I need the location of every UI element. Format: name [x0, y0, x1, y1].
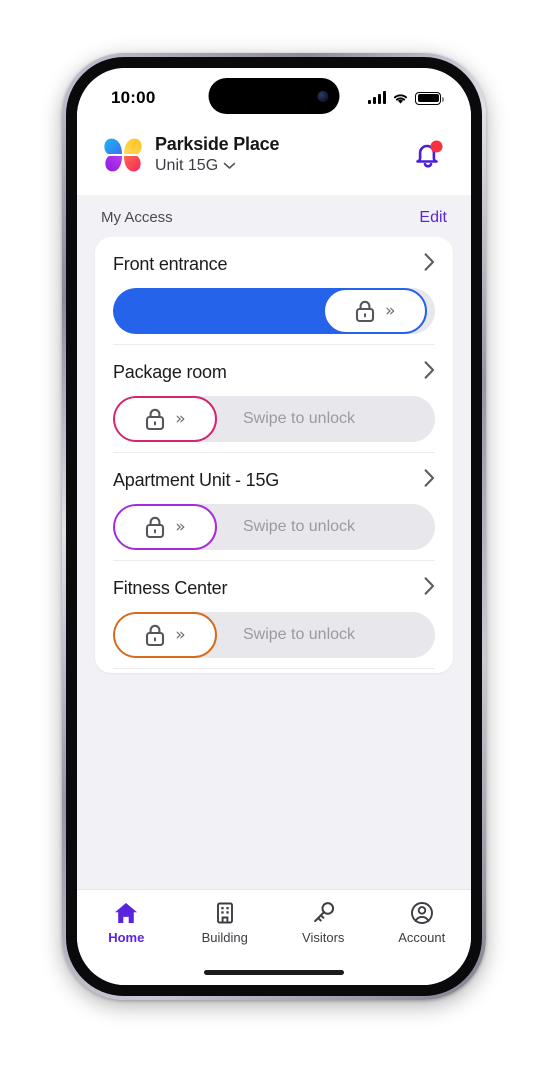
tab-visitors[interactable]: Visitors	[274, 900, 373, 945]
access-item: Package room Swipe to unlock»	[95, 345, 453, 443]
double-chevron-icon: »	[385, 300, 396, 321]
status-time: 10:00	[111, 88, 156, 107]
tab-home[interactable]: Home	[77, 900, 176, 945]
status-indicators	[368, 91, 444, 105]
phone-screen: 10:00 Parkside Place Unit 15G My Access …	[77, 68, 471, 985]
chevron-down-icon	[223, 162, 236, 169]
list-divider	[113, 668, 435, 670]
swipe-thumb-handle[interactable]: »	[113, 612, 217, 659]
access-item: Fitness Center Swipe to unlock»	[95, 561, 453, 659]
access-item: Front entrance »	[95, 237, 453, 335]
tab-label: Building	[201, 930, 248, 945]
notification-badge-dot	[430, 140, 443, 153]
home-icon	[115, 903, 138, 923]
tab-building[interactable]: Building	[176, 900, 275, 945]
access-item-name: Fitness Center	[113, 578, 228, 599]
access-item-chevron[interactable]	[424, 577, 435, 600]
access-item-chevron[interactable]	[424, 469, 435, 492]
access-item-header[interactable]: Package room	[113, 345, 435, 396]
phone-frame: 10:00 Parkside Place Unit 15G My Access …	[62, 53, 486, 1000]
swipe-thumb-handle[interactable]: »	[322, 288, 427, 335]
access-item-name: Apartment Unit - 15G	[113, 470, 280, 491]
home-indicator	[204, 970, 344, 975]
wifi-icon	[393, 93, 408, 104]
swipe-to-unlock-slider[interactable]: »	[113, 288, 435, 335]
phone-bezel: 10:00 Parkside Place Unit 15G My Access …	[66, 57, 482, 996]
access-item-header[interactable]: Apartment Unit - 15G	[113, 453, 435, 504]
access-item-name: Front entrance	[113, 254, 228, 275]
access-item: Apartment Unit - 15G Swipe to unlock»	[95, 453, 453, 551]
double-chevron-icon: »	[175, 624, 186, 645]
chevron-right-icon	[424, 577, 435, 595]
brand-text-block: Parkside Place Unit 15G	[155, 134, 279, 175]
section-title: My Access	[101, 209, 173, 227]
cellular-bars-icon	[368, 91, 386, 104]
lock-icon	[146, 408, 165, 431]
building-icon	[216, 902, 233, 924]
battery-full-icon	[415, 91, 444, 105]
app-header: Parkside Place Unit 15G	[77, 122, 471, 196]
double-chevron-icon: »	[175, 516, 186, 537]
double-chevron-icon: »	[175, 408, 186, 429]
notifications-button[interactable]	[411, 138, 445, 172]
access-item-header[interactable]: Fitness Center	[113, 561, 435, 612]
section-header: My Access Edit	[77, 195, 471, 238]
unit-selector[interactable]: Unit 15G	[155, 157, 279, 175]
key-icon	[313, 902, 334, 922]
tab-label: Account	[398, 930, 446, 945]
lock-icon	[146, 624, 165, 647]
status-bar: 10:00	[77, 68, 471, 122]
swipe-thumb-handle[interactable]: »	[113, 396, 217, 443]
swipe-to-unlock-slider[interactable]: Swipe to unlock»	[113, 396, 435, 443]
page-title: Parkside Place	[155, 134, 280, 154]
front-camera-icon	[317, 90, 329, 102]
swipe-thumb-handle[interactable]: »	[113, 504, 217, 551]
unit-label: Unit 15G	[155, 156, 219, 174]
access-item-name: Package room	[113, 362, 227, 383]
lock-icon	[146, 516, 165, 539]
chevron-right-icon	[424, 361, 435, 379]
edit-button[interactable]: Edit	[419, 209, 447, 227]
swipe-to-unlock-slider[interactable]: Swipe to unlock»	[113, 504, 435, 551]
account-icon	[410, 902, 433, 924]
dynamic-island	[208, 78, 340, 114]
access-item-chevron[interactable]	[424, 253, 435, 276]
access-list-scroll[interactable]: Front entrance » Package room Swipe to unlo…	[77, 237, 471, 874]
access-item-chevron[interactable]	[424, 361, 435, 384]
chevron-right-icon	[424, 469, 435, 487]
tab-account[interactable]: Account	[373, 900, 472, 945]
tab-label: Home	[108, 930, 145, 945]
swipe-to-unlock-slider[interactable]: Swipe to unlock»	[113, 612, 435, 659]
access-card: Front entrance » Package room Swipe to unlo…	[95, 237, 453, 674]
notification-bell-icon	[416, 140, 443, 168]
chevron-right-icon	[424, 253, 435, 271]
access-item-header[interactable]: Front entrance	[113, 237, 435, 288]
lock-icon	[356, 300, 375, 323]
tab-label: Visitors	[302, 930, 345, 945]
butterfly-logo-icon	[104, 138, 142, 171]
